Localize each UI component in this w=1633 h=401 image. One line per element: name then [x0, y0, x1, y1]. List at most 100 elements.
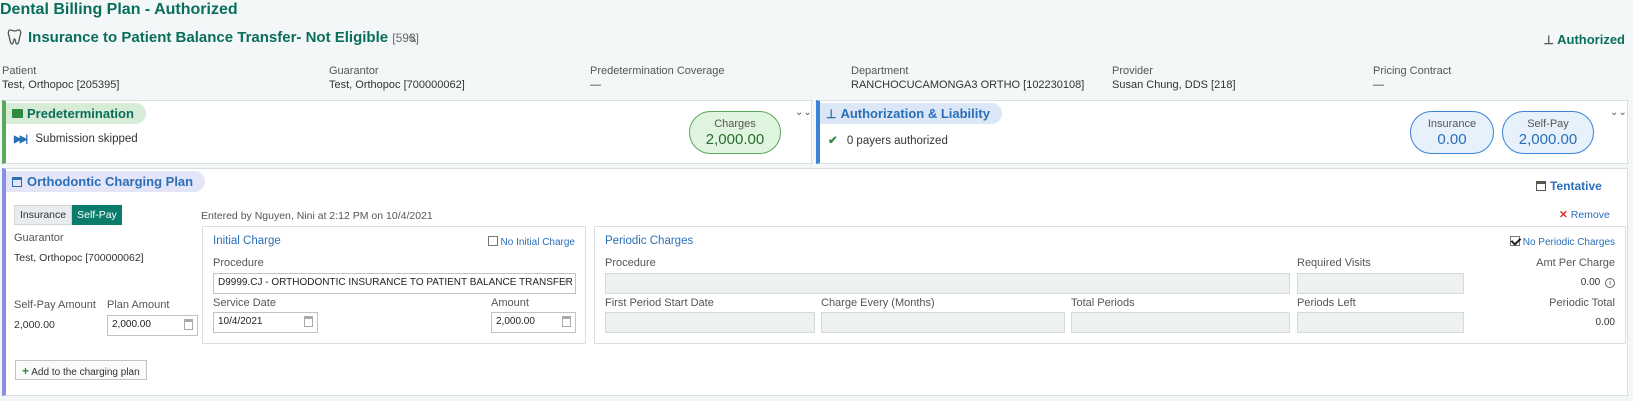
procedure-input[interactable]: D9999.CJ - ORTHODONTIC INSURANCE TO PATI…: [213, 273, 576, 294]
predetermination-status: ▶▶| Submission skipped: [14, 133, 138, 145]
amount-label: Amount: [491, 297, 529, 309]
edit-pencil-icon[interactable]: ✎: [408, 33, 417, 46]
plan-title-text: Insurance to Patient Balance Transfer- N…: [28, 29, 389, 46]
procedure-value: D9999.CJ - ORTHODONTIC INSURANCE TO PATI…: [218, 277, 573, 288]
no-initial-charge-label: No Initial Charge: [500, 237, 575, 248]
checkbox-checked-icon: [1509, 236, 1520, 246]
charges-value: 2,000.00: [705, 131, 765, 148]
procedure-label: Procedure: [213, 257, 264, 269]
department-label: Department: [851, 65, 909, 77]
required-visits-input[interactable]: [1297, 273, 1464, 294]
selfpay-amount-value: 2,000.00: [14, 319, 55, 331]
periodic-charges-box: Periodic Charges No Periodic Charges Pro…: [594, 226, 1626, 344]
service-date-value: 10/4/2021: [218, 316, 263, 327]
service-date-label: Service Date: [213, 297, 276, 309]
total-periods-input[interactable]: [1071, 312, 1290, 333]
selfpay-label: Self-Pay: [1527, 118, 1569, 130]
remove-label: Remove: [1570, 209, 1610, 221]
no-periodic-charges-checkbox[interactable]: No Periodic Charges: [1509, 236, 1615, 248]
selfpay-value: 2,000.00: [1518, 131, 1578, 148]
provider-label: Provider: [1112, 65, 1153, 77]
ortho-title: Orthodontic Charging Plan: [27, 174, 194, 189]
predetermination-coverage-label: Predetermination Coverage: [590, 65, 725, 77]
plan-amount-label: Plan Amount: [107, 299, 170, 311]
tab-insurance[interactable]: Insurance: [14, 205, 73, 225]
predetermination-panel: Predetermination ▶▶| Submission skipped …: [2, 100, 812, 164]
tooth-icon: [7, 29, 22, 45]
calendar-icon: [304, 316, 313, 327]
info-icon[interactable]: i: [1605, 278, 1615, 288]
initial-charge-title: Initial Charge: [213, 235, 281, 247]
initial-charge-box: Initial Charge No Initial Charge Procedu…: [202, 226, 586, 344]
periodic-total-label: Periodic Total: [1549, 297, 1615, 309]
stamp-icon: ⊥: [1543, 33, 1554, 47]
ortho-header: Orthodontic Charging Plan: [6, 171, 206, 192]
calculator-icon: [562, 316, 571, 327]
remove-link[interactable]: ✕ Remove: [1559, 209, 1610, 221]
collapse-chevron-icon[interactable]: ⌄⌄: [1610, 107, 1627, 118]
total-periods-label: Total Periods: [1071, 297, 1135, 309]
predetermination-title: Predetermination: [27, 106, 134, 121]
authorization-status: ✔ 0 payers authorized: [828, 133, 948, 147]
pricing-contract-label: Pricing Contract: [1373, 65, 1452, 77]
amt-per-charge-value: 0.00: [1580, 277, 1601, 288]
guarantor-label: Guarantor: [329, 65, 379, 77]
amount-value: 2,000.00: [496, 316, 535, 327]
collapse-chevron-icon[interactable]: ⌄⌄: [795, 107, 812, 118]
search-icon: ⌕: [563, 275, 570, 287]
checkbox-icon: [487, 236, 498, 246]
charge-every-input[interactable]: [821, 312, 1065, 333]
periodic-procedure-input[interactable]: [605, 273, 1290, 294]
payer-tabs: Insurance Self-Pay: [14, 205, 122, 225]
first-period-start-input[interactable]: [605, 312, 815, 333]
plan-status: ⊥ Authorized: [1544, 32, 1625, 47]
calculator-icon: [184, 319, 193, 330]
close-icon: ✕: [1559, 209, 1568, 221]
entered-by: Entered by Nguyen, Nini at 2:12 PM on 10…: [201, 210, 433, 222]
ortho-panel: Orthodontic Charging Plan Tentative Insu…: [2, 168, 1628, 396]
patient-value: Test, Orthopoc [205395]: [2, 79, 120, 91]
periods-left-label: Periods Left: [1297, 297, 1356, 309]
stamp-icon: ⊥: [826, 107, 837, 121]
provider-value: Susan Chung, DDS [218]: [1112, 79, 1236, 91]
plus-icon: +: [22, 364, 30, 378]
patient-label: Patient: [2, 65, 37, 77]
selfpay-amount-label: Self-Pay Amount: [14, 299, 96, 311]
charge-every-label: Charge Every (Months): [821, 297, 935, 309]
predetermination-coverage-value: —: [590, 79, 601, 91]
plan-amount-input[interactable]: 2,000.00: [107, 315, 198, 336]
calendar-icon: [12, 177, 22, 187]
selfpay-bubble: Self-Pay 2,000.00: [1502, 111, 1594, 154]
app-title: Dental Billing Plan - Authorized: [0, 1, 238, 18]
add-to-charging-plan-button[interactable]: + Add to the charging plan: [15, 360, 147, 380]
insurance-value: 0.00: [1437, 131, 1467, 148]
department-value: RANCHOCUCAMONGA3 ORTHO [102230108]: [851, 79, 1085, 91]
required-visits-label: Required Visits: [1297, 257, 1371, 269]
authorization-status-text: 0 payers authorized: [846, 135, 948, 147]
periodic-total-value: 0.00: [1595, 317, 1615, 328]
plan-amount-value: 2,000.00: [112, 319, 151, 330]
insurance-bubble: Insurance 0.00: [1410, 111, 1494, 154]
service-date-input[interactable]: 10/4/2021: [213, 312, 318, 333]
guarantor-value: Test, Orthopoc [700000062]: [14, 252, 144, 264]
no-initial-charge-checkbox[interactable]: No Initial Charge: [487, 236, 575, 248]
authorization-title: Authorization & Liability: [840, 106, 990, 121]
charges-bubble: Charges 2,000.00: [689, 111, 781, 154]
ortho-status: Tentative: [1536, 179, 1602, 193]
plan-title: Insurance to Patient Balance Transfer- N…: [28, 29, 419, 46]
money-icon: [12, 109, 23, 118]
amount-input[interactable]: 2,000.00: [491, 312, 576, 333]
no-periodic-charges-label: No Periodic Charges: [1522, 237, 1615, 248]
periods-left-input[interactable]: [1297, 312, 1464, 333]
periodic-procedure-label: Procedure: [605, 257, 656, 269]
authorization-panel: ⊥ Authorization & Liability ✔ 0 payers au…: [816, 100, 1628, 164]
checkmark-icon: ✔: [828, 135, 838, 147]
insurance-label: Insurance: [1427, 118, 1477, 130]
periodic-charges-title: Periodic Charges: [605, 235, 694, 247]
tab-selfpay[interactable]: Self-Pay: [72, 205, 122, 225]
predetermination-header: Predetermination: [6, 103, 146, 124]
first-period-start-label: First Period Start Date: [605, 297, 714, 309]
plan-status-label: Authorized: [1557, 32, 1625, 47]
pricing-contract-value: —: [1373, 79, 1384, 91]
authorization-header: ⊥ Authorization & Liability: [820, 103, 1002, 124]
